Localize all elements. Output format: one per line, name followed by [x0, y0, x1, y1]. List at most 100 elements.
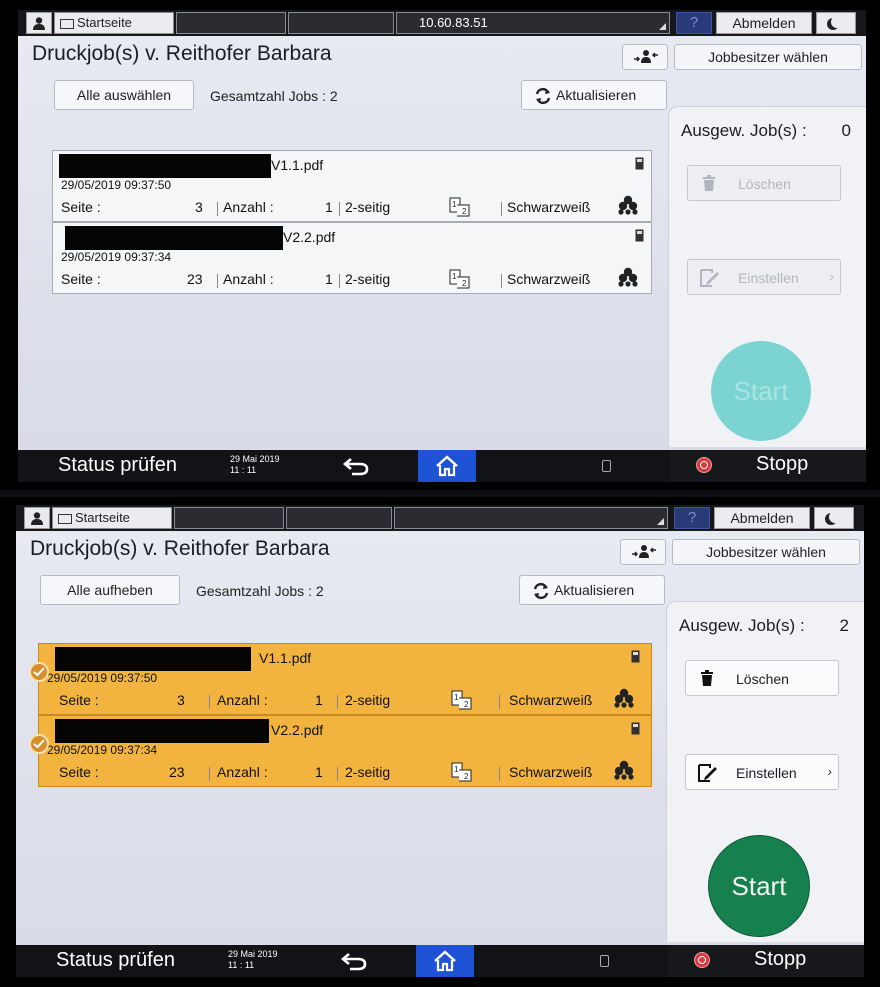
- divider: [499, 695, 500, 709]
- bottom-bar: Status prüfen 29 Mai 2019 11 : 11 Stopp: [16, 945, 864, 977]
- screen-icon: [60, 19, 74, 29]
- settings-label: Einstellen: [738, 270, 799, 286]
- copies-value: 1: [315, 764, 323, 780]
- help-button[interactable]: ?: [674, 507, 710, 529]
- divider: [501, 202, 502, 216]
- moon-icon: [829, 511, 841, 523]
- duplex-mode: 2-seitig: [345, 764, 391, 780]
- stop-button[interactable]: Stopp: [754, 948, 806, 971]
- memory-icon: [602, 460, 611, 472]
- back-icon[interactable]: [340, 951, 368, 971]
- device-icon: [635, 229, 644, 242]
- app-tab-empty-2[interactable]: [286, 507, 392, 529]
- select-job-owner-button[interactable]: Jobbesitzer wählen: [674, 44, 862, 70]
- copies-value: 1: [325, 271, 333, 287]
- refresh-button[interactable]: Aktualisieren: [521, 80, 667, 110]
- check-status-button[interactable]: Status prüfen: [56, 949, 175, 972]
- home-button[interactable]: [418, 450, 476, 482]
- app-tab-empty-2[interactable]: [288, 12, 394, 34]
- logout-button[interactable]: Abmelden: [716, 12, 812, 34]
- energy-saver-button[interactable]: [814, 507, 854, 529]
- refresh-icon: [533, 582, 549, 600]
- user-button[interactable]: [24, 507, 50, 529]
- switch-user-icon: [632, 545, 656, 558]
- stop-button[interactable]: Stopp: [756, 453, 808, 476]
- home-tab-label: Startseite: [75, 510, 130, 525]
- home-icon: [436, 455, 458, 477]
- pages-label: Seite :: [59, 692, 99, 708]
- app-tab-empty-1[interactable]: [176, 12, 286, 34]
- copies-value: 1: [315, 692, 323, 708]
- owner-icon-button[interactable]: [622, 44, 668, 70]
- job-row[interactable]: V2.2.pdf 29/05/2019 09:37:34 Seite : 23 …: [52, 222, 652, 294]
- date: 29 Mai 2019: [230, 454, 280, 464]
- device-icon: [635, 157, 644, 170]
- duplex-icon: 12: [451, 690, 472, 710]
- action-panel: Ausgew. Job(s) : 0 Löschen Einstellen › …: [668, 106, 866, 447]
- app-tab-empty-1[interactable]: [174, 507, 284, 529]
- job-row-selected[interactable]: V1.1.pdf 29/05/2019 09:37:50 Seite : 3 A…: [29, 643, 652, 715]
- check-status-button[interactable]: Status prüfen: [58, 454, 177, 477]
- owner-icon-button[interactable]: [620, 539, 666, 565]
- job-filename: V2.2.pdf: [283, 229, 336, 245]
- user-button[interactable]: [26, 12, 52, 34]
- delete-button[interactable]: Löschen: [687, 165, 841, 201]
- print-job-screen: Startseite ? Abmelden Druckjob(s) v. Rei…: [16, 505, 864, 977]
- selected-jobs-label: Ausgew. Job(s) :: [681, 121, 807, 140]
- refresh-label: Aktualisieren: [554, 582, 635, 598]
- settings-button[interactable]: Einstellen ›: [687, 259, 841, 295]
- settings-button[interactable]: Einstellen ›: [685, 754, 839, 790]
- home-icon: [434, 950, 456, 972]
- stop-icon[interactable]: [696, 457, 712, 473]
- divider: [501, 274, 502, 288]
- black-toner-icon: [614, 688, 634, 708]
- resize-corner-icon: [657, 518, 664, 525]
- delete-button[interactable]: Löschen: [685, 660, 839, 696]
- resize-corner-icon: [659, 23, 666, 30]
- select-job-owner-button[interactable]: Jobbesitzer wählen: [672, 539, 860, 565]
- stop-area: Stopp: [668, 945, 864, 977]
- start-button[interactable]: Start: [711, 341, 811, 441]
- black-toner-icon: [618, 195, 638, 215]
- job-details: Seite : 23 Anzahl : 1 2-seitig 12 Schwar…: [39, 760, 639, 784]
- bottom-bar: Status prüfen 29 Mai 2019 11 : 11 Stopp: [18, 450, 866, 482]
- home-screen-tab[interactable]: Startseite: [52, 507, 172, 529]
- svg-text:1: 1: [452, 272, 457, 281]
- delete-label: Löschen: [738, 176, 791, 192]
- redacted-filename: [55, 719, 269, 743]
- refresh-label: Aktualisieren: [556, 87, 637, 103]
- home-button[interactable]: [416, 945, 474, 977]
- copies-label: Anzahl :: [217, 764, 268, 780]
- duplex-icon: 12: [451, 762, 472, 782]
- back-icon[interactable]: [342, 456, 370, 476]
- help-button[interactable]: ?: [676, 12, 712, 34]
- page-title: Druckjob(s) v. Reithofer Barbara: [32, 42, 332, 65]
- svg-text:2: 2: [464, 700, 469, 709]
- duplex-mode: 2-seitig: [345, 199, 391, 215]
- start-button[interactable]: Start: [709, 836, 809, 936]
- pages-value: 23: [187, 271, 203, 287]
- edit-icon: [698, 764, 717, 782]
- divider: [217, 274, 218, 288]
- home-screen-tab[interactable]: Startseite: [54, 12, 174, 34]
- deselect-all-button[interactable]: Alle aufheben: [40, 575, 180, 605]
- job-row[interactable]: V1.1.pdf 29/05/2019 09:37:50 Seite : 3 A…: [52, 150, 652, 222]
- pages-label: Seite :: [61, 271, 101, 287]
- logout-button[interactable]: Abmelden: [714, 507, 810, 529]
- energy-saver-button[interactable]: [816, 12, 856, 34]
- color-mode: Schwarzweiß: [507, 271, 591, 287]
- svg-text:1: 1: [454, 765, 459, 774]
- svg-text:1: 1: [452, 200, 457, 209]
- trash-icon: [703, 175, 715, 191]
- job-datetime: 29/05/2019 09:37:34: [47, 743, 158, 757]
- stop-icon[interactable]: [694, 952, 710, 968]
- redacted-filename: [65, 226, 283, 250]
- checkmark-icon: [29, 734, 49, 754]
- delete-label: Löschen: [736, 671, 789, 687]
- selected-jobs-count: 2: [839, 616, 849, 635]
- select-all-button[interactable]: Alle auswählen: [54, 80, 194, 110]
- job-row-selected[interactable]: V2.2.pdf 29/05/2019 09:37:34 Seite : 23 …: [29, 715, 652, 787]
- pages-value: 3: [195, 199, 203, 215]
- top-bar: Startseite ? Abmelden: [16, 505, 864, 531]
- refresh-button[interactable]: Aktualisieren: [519, 575, 665, 605]
